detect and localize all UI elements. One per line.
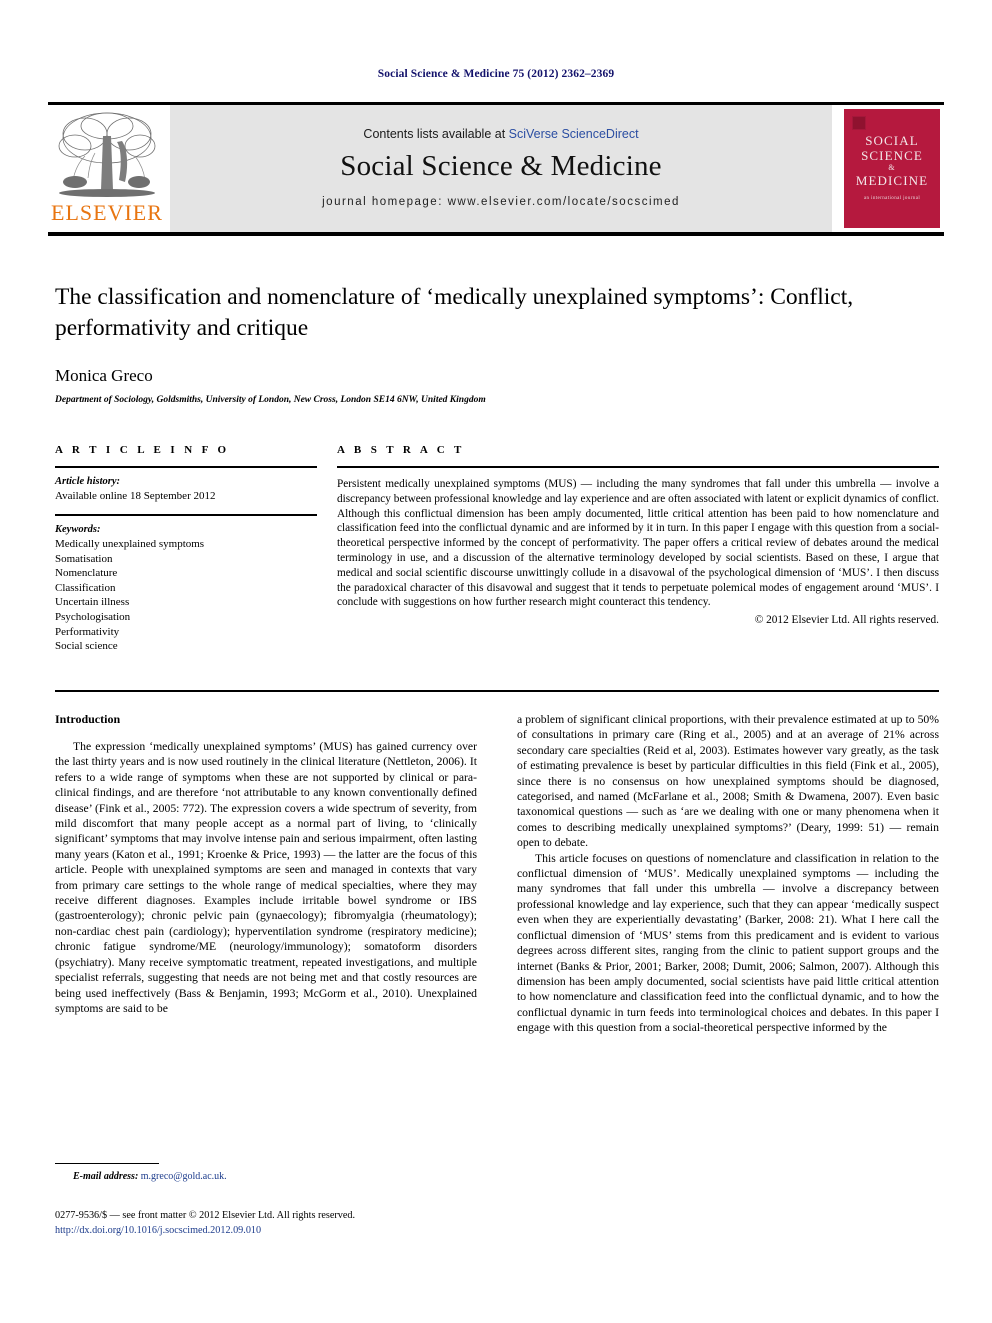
footnote-block: E-mail address: m.greco@gold.ac.uk. <box>55 1163 477 1182</box>
running-head: Social Science & Medicine 75 (2012) 2362… <box>377 68 615 80</box>
body-right-column: a problem of significant clinical propor… <box>517 712 939 1036</box>
body-paragraph: The expression ‘medically unexplained sy… <box>55 740 477 1015</box>
contents-prefix: Contents lists available at <box>363 127 509 141</box>
sciencedirect-link[interactable]: SciVerse ScienceDirect <box>509 127 639 141</box>
keyword-item: Medically unexplained symptoms <box>55 538 205 550</box>
email-address-label: E-mail address: <box>73 1171 139 1182</box>
body-column-gap <box>477 712 517 1036</box>
footnote-rule <box>55 1163 159 1164</box>
masthead-bottom-rule <box>48 232 944 236</box>
doi-link[interactable]: http://dx.doi.org/10.1016/j.socscimed.20… <box>55 1223 555 1238</box>
abstract-copyright: © 2012 Elsevier Ltd. All rights reserved… <box>754 614 939 627</box>
cover-line-3: MEDICINE <box>855 173 929 188</box>
abstract-heading: A B S T R A C T <box>337 444 465 456</box>
keyword-item: Nomenclature <box>55 567 118 580</box>
issn-copyright-line: 0277-9536/$ — see front matter © 2012 El… <box>55 1210 355 1221</box>
column-gap <box>317 444 337 654</box>
cover-subtitle: an international journal <box>863 196 921 201</box>
body-separator-rule <box>55 690 939 692</box>
author-affiliation: Department of Sociology, Goldsmiths, Uni… <box>55 395 486 405</box>
journal-banner: Contents lists available at SciVerse Sci… <box>170 105 832 232</box>
info-abstract-region: A R T I C L E I N F O Article history: A… <box>55 444 939 654</box>
body-left-column: Introduction The expression ‘medically u… <box>55 712 477 1036</box>
section-heading-introduction: Introduction <box>55 712 121 726</box>
title-block: The classification and nomenclature of ‘… <box>55 282 939 405</box>
elsevier-wordmark: ELSEVIER <box>51 200 163 225</box>
cover-elsevier-icon <box>852 116 866 130</box>
contents-available-line: Contents lists available at SciVerse Sci… <box>363 127 638 141</box>
journal-masthead: ELSEVIER Contents lists available at Sci… <box>48 102 944 236</box>
journal-cover-block: SOCIAL SCIENCE & MEDICINE an internation… <box>840 105 944 232</box>
body-paragraph: This article focuses on questions of nom… <box>517 851 939 1035</box>
keywords-label: Keywords: <box>55 524 101 535</box>
keyword-item: Social science <box>55 640 118 653</box>
abstract-column: A B S T R A C T Persistent medically une… <box>337 444 939 654</box>
keyword-item: Classification <box>55 581 116 594</box>
journal-homepage-link[interactable]: journal homepage: www.elsevier.com/locat… <box>322 196 680 208</box>
author-name: Monica Greco <box>55 366 153 385</box>
keyword-item: Somatisation <box>55 552 113 565</box>
page-title: The classification and nomenclature of ‘… <box>55 284 854 341</box>
keyword-item: Uncertain illness <box>55 596 130 609</box>
article-info-column: A R T I C L E I N F O Article history: A… <box>55 444 317 654</box>
keyword-item: Psychologisation <box>55 610 131 623</box>
elsevier-logo: ELSEVIER <box>48 105 166 232</box>
journal-title: Social Science & Medicine <box>340 150 662 182</box>
cover-ampersand: & <box>888 163 896 172</box>
body-columns: Introduction The expression ‘medically u… <box>55 712 939 1036</box>
footnote-text: E-mail address: m.greco@gold.ac.uk. <box>55 1171 477 1182</box>
author-email-link[interactable]: m.greco@gold.ac.uk. <box>141 1171 227 1182</box>
article-history-value: Available online 18 September 2012 <box>55 490 216 502</box>
keywords-block: Keywords: Medically unexplained symptoms… <box>55 516 317 654</box>
elsevier-tree-icon <box>58 112 156 197</box>
article-history-label: Article history: <box>55 476 121 487</box>
cover-title-text: SOCIAL SCIENCE & MEDICINE an internation… <box>844 133 940 206</box>
body-paragraph: a problem of significant clinical propor… <box>517 713 939 850</box>
article-history-block: Article history: Available online 18 Sep… <box>55 468 317 514</box>
abstract-text: Persistent medically unexplained symptom… <box>337 478 939 609</box>
page-footer: 0277-9536/$ — see front matter © 2012 El… <box>55 1208 555 1238</box>
cover-line-2: SCIENCE <box>861 148 923 163</box>
cover-line-1: SOCIAL <box>865 133 919 148</box>
article-info-heading: A R T I C L E I N F O <box>55 444 230 456</box>
keyword-item: Performativity <box>55 625 120 638</box>
journal-cover-thumbnail: SOCIAL SCIENCE & MEDICINE an internation… <box>844 109 940 228</box>
paper-page: Social Science & Medicine 75 (2012) 2362… <box>0 0 992 1323</box>
